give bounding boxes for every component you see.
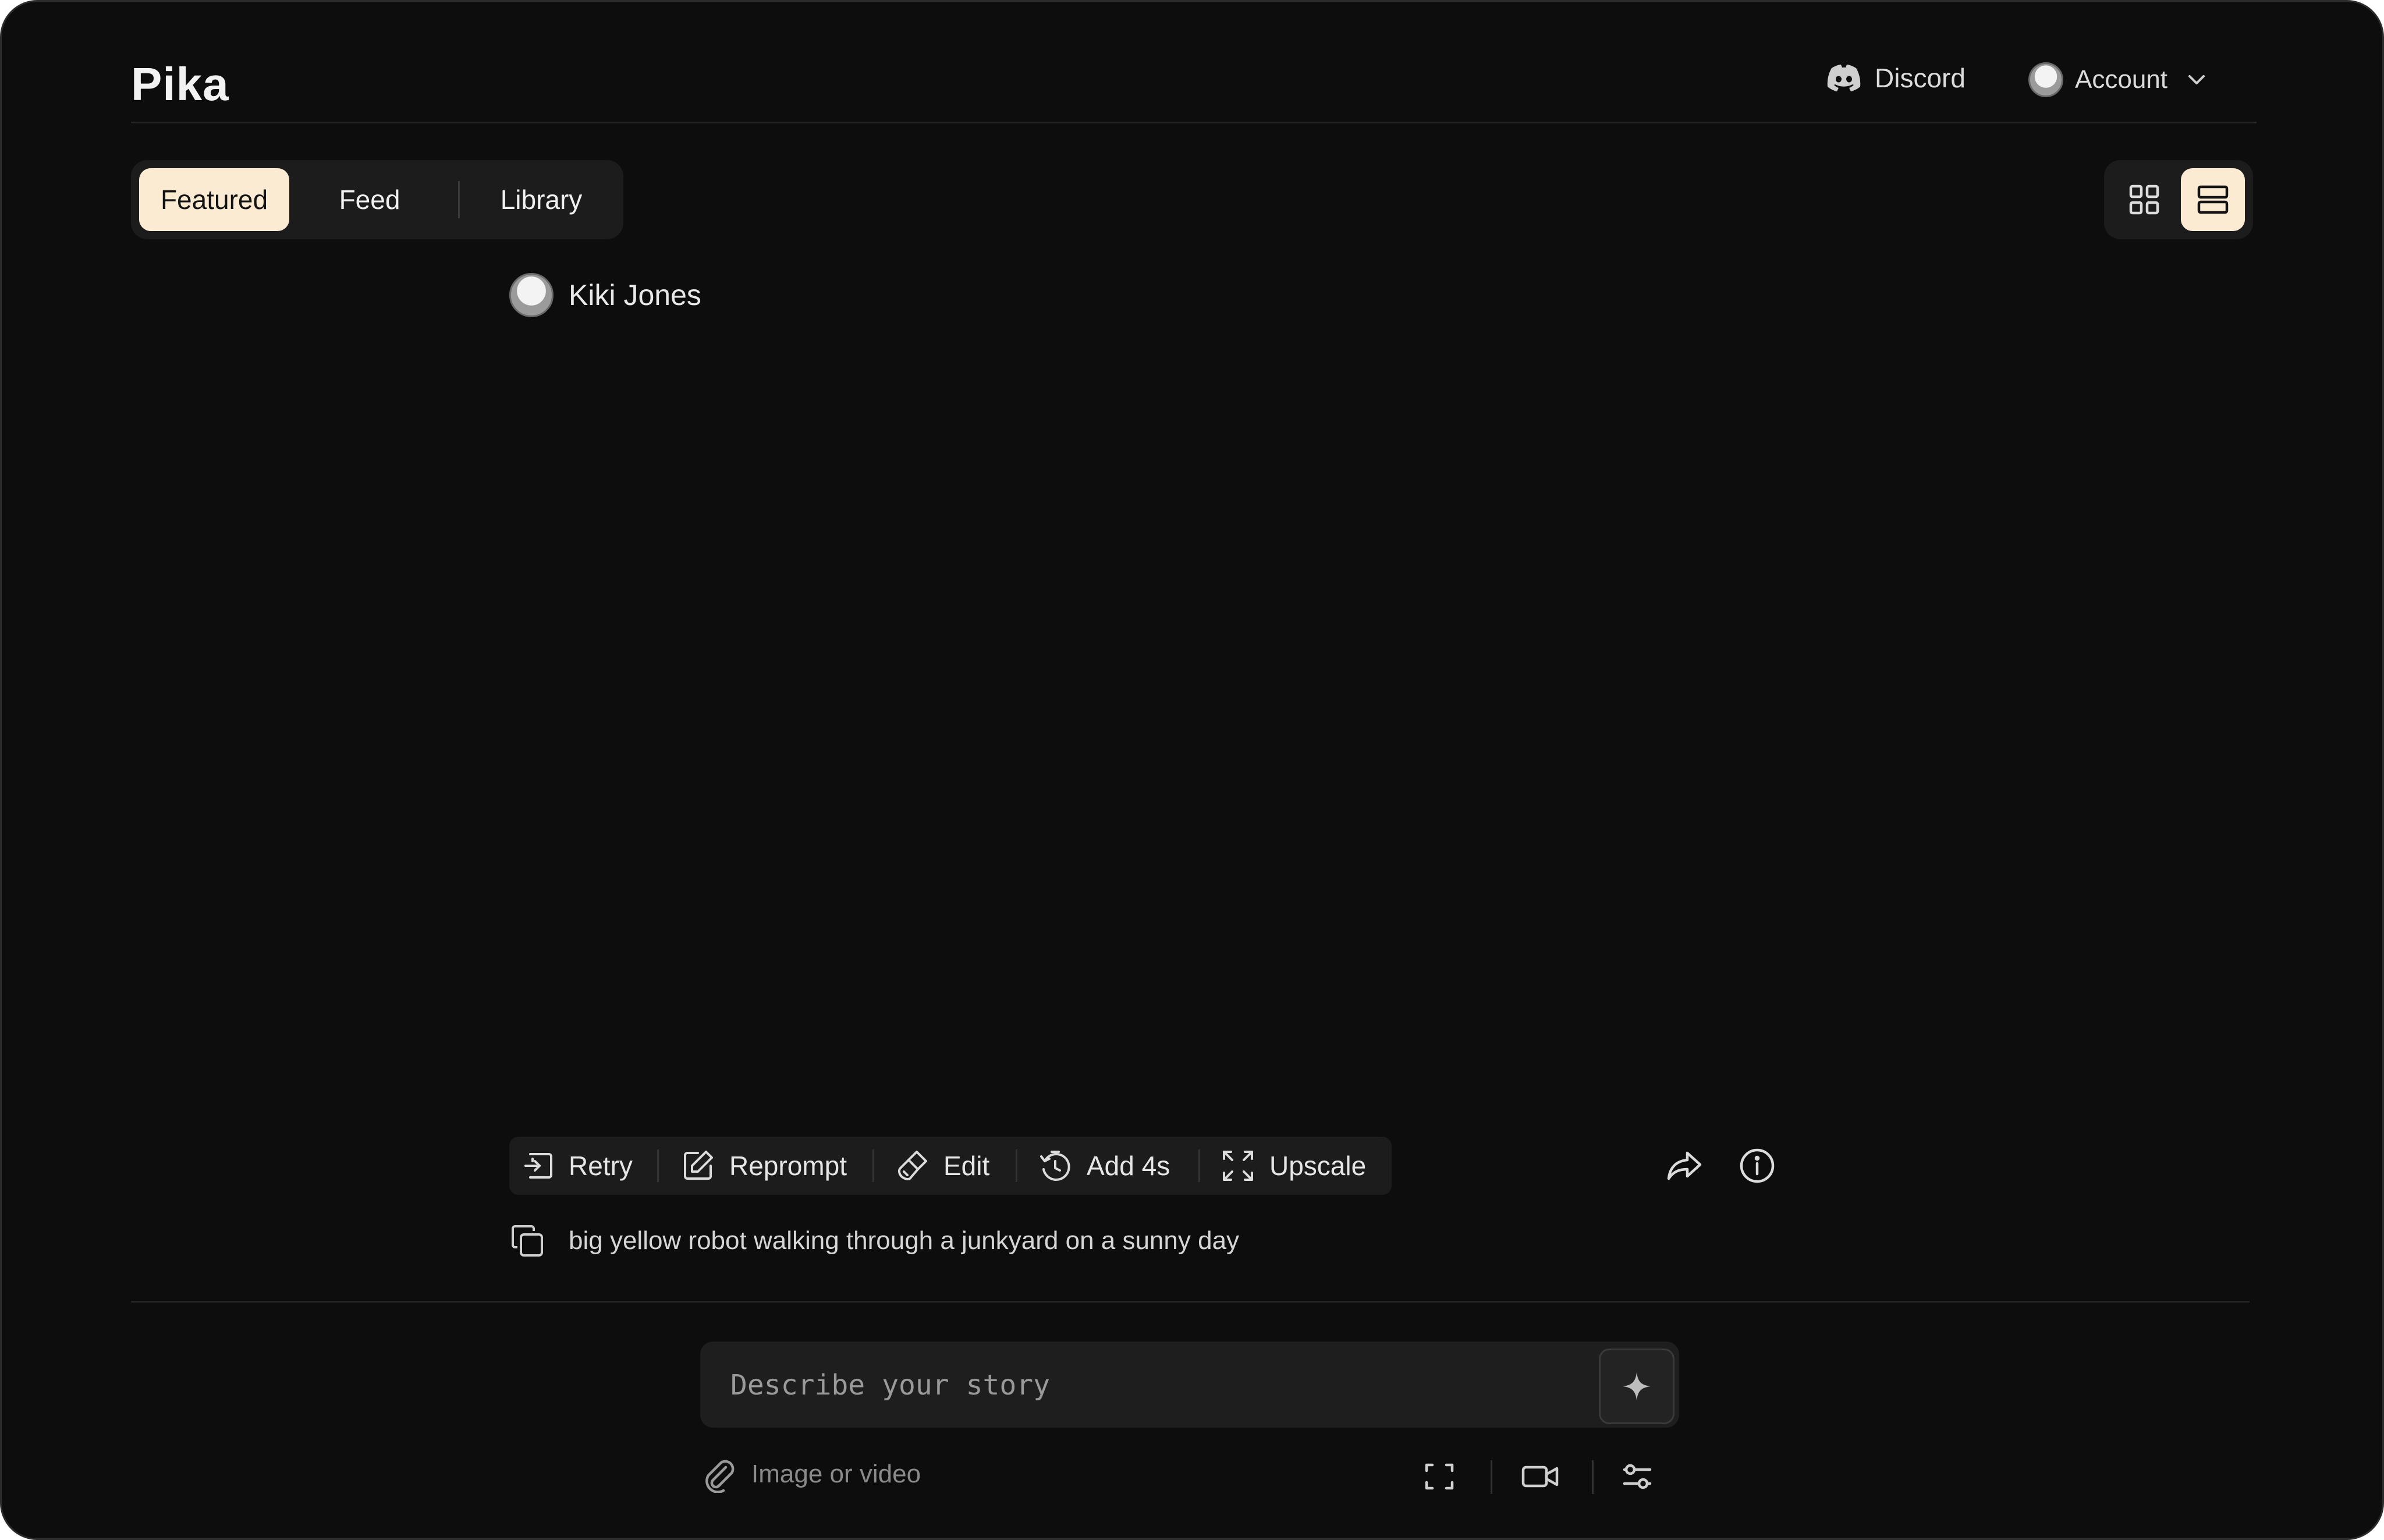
retry-icon (522, 1149, 555, 1182)
tool-separator (1592, 1460, 1594, 1494)
settings-button[interactable] (1614, 1453, 1661, 1500)
attach-media[interactable]: Image or video (700, 1456, 921, 1493)
discord-label: Discord (1875, 63, 1966, 93)
nav-tabs: Featured Feed Library (131, 160, 623, 239)
prompt-row: big yellow robot walking through a junky… (509, 1223, 1239, 1259)
edit-icon (895, 1148, 930, 1183)
discord-icon (1826, 63, 1862, 93)
share-button[interactable] (1664, 1145, 1706, 1187)
info-icon (1736, 1145, 1778, 1187)
upscale-icon (1221, 1148, 1255, 1183)
video-camera-icon (1521, 1460, 1560, 1493)
info-button[interactable] (1736, 1145, 1778, 1187)
action-separator (657, 1149, 659, 1182)
aspect-ratio-button[interactable] (1416, 1453, 1463, 1500)
reprompt-label: Reprompt (729, 1151, 847, 1181)
share-icon (1664, 1145, 1706, 1187)
pika-logo[interactable]: Pika (131, 58, 229, 111)
action-separator (1016, 1149, 1017, 1182)
tab-featured[interactable]: Featured (139, 168, 289, 231)
upscale-button[interactable]: Upscale (1221, 1137, 1366, 1195)
edit-label: Edit (943, 1151, 990, 1181)
upscale-label: Upscale (1269, 1151, 1367, 1181)
post-author[interactable]: Kiki Jones (509, 273, 701, 317)
tool-separator (1491, 1460, 1492, 1494)
generate-button[interactable] (1599, 1349, 1675, 1424)
retry-button[interactable]: Retry (522, 1137, 633, 1195)
story-composer (700, 1342, 1679, 1428)
view-toggle (2104, 160, 2253, 239)
grid-icon (2128, 183, 2160, 216)
sparkle-icon (1620, 1370, 1653, 1403)
tab-separator (458, 181, 460, 218)
add-time-label: Add 4s (1087, 1151, 1170, 1181)
retry-label: Retry (569, 1151, 633, 1181)
avatar (509, 273, 554, 317)
add-time-button[interactable]: Add 4s (1038, 1137, 1170, 1195)
attach-label: Image or video (751, 1460, 921, 1488)
add-time-icon (1038, 1148, 1073, 1183)
copy-icon[interactable] (509, 1223, 545, 1259)
edit-button[interactable]: Edit (895, 1137, 989, 1195)
discord-link[interactable]: Discord (1826, 62, 1966, 94)
paperclip-icon (700, 1456, 737, 1493)
story-input[interactable] (729, 1361, 1593, 1409)
avatar (2028, 62, 2063, 97)
video-player[interactable] (509, 339, 1778, 1119)
grid-view-button[interactable] (2112, 168, 2176, 231)
list-view-button[interactable] (2181, 168, 2245, 231)
header-divider (131, 122, 2257, 123)
list-icon (2197, 183, 2229, 216)
action-bar: Retry Reprompt Edit Add 4s Upscale (509, 1137, 1392, 1195)
settings-sliders-icon (1621, 1460, 1654, 1493)
prompt-text: big yellow robot walking through a junky… (569, 1226, 1240, 1255)
action-separator (872, 1149, 874, 1182)
app-window: Pika Discord Account Featured Feed Libra… (0, 0, 2384, 1540)
tab-library[interactable]: Library (469, 168, 614, 231)
aspect-ratio-icon (1423, 1460, 1456, 1493)
author-name: Kiki Jones (569, 279, 701, 311)
chevron-down-icon (2185, 68, 2208, 91)
content-divider (131, 1301, 2250, 1303)
action-separator (1198, 1149, 1200, 1182)
account-label: Account (2075, 65, 2167, 94)
composer-tools (1416, 1453, 1661, 1500)
account-menu[interactable]: Account (2028, 62, 2208, 97)
reprompt-button[interactable]: Reprompt (680, 1137, 847, 1195)
tab-feed[interactable]: Feed (306, 168, 434, 231)
camera-control-button[interactable] (1517, 1453, 1564, 1500)
reprompt-icon (680, 1148, 715, 1183)
